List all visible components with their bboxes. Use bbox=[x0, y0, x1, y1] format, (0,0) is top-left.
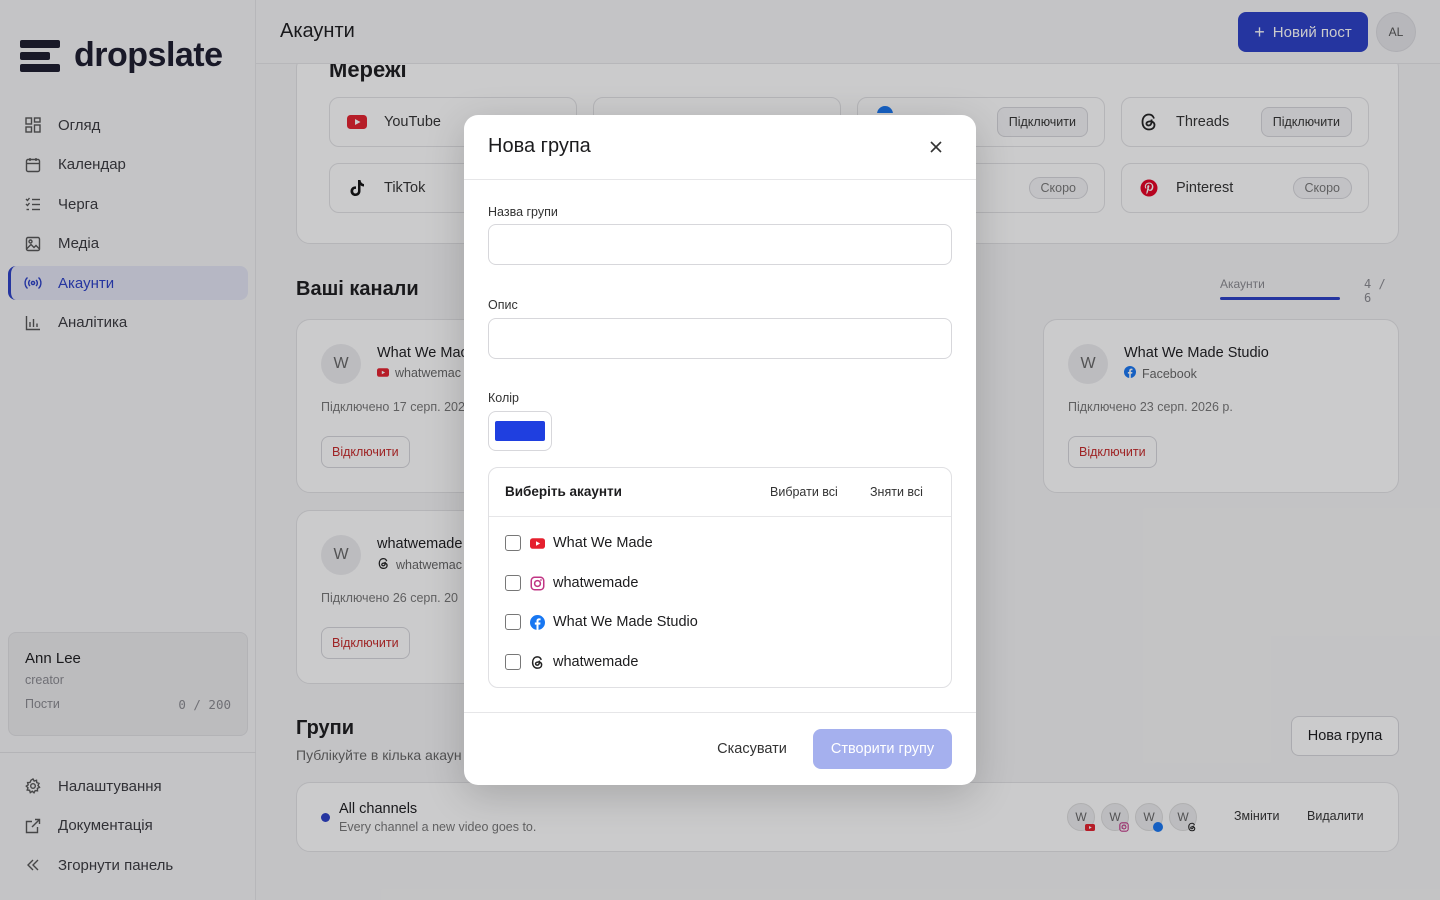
account-checkbox[interactable] bbox=[505, 614, 521, 630]
close-button[interactable] bbox=[924, 137, 948, 161]
deselect-all-button[interactable]: Зняти всі bbox=[870, 485, 923, 499]
dialog-title: Нова група bbox=[488, 135, 591, 157]
account-name: whatwemade bbox=[553, 654, 639, 670]
color-label: Колір bbox=[488, 391, 519, 405]
accounts-selector: Виберіть акаунти Вибрати всі Зняти всі W… bbox=[488, 467, 952, 688]
dialog-header-divider bbox=[464, 179, 976, 180]
account-checkbox[interactable] bbox=[505, 535, 521, 551]
group-name-label: Назва групи bbox=[488, 205, 558, 219]
threads-icon bbox=[529, 654, 545, 670]
dialog-footer-divider bbox=[464, 712, 976, 713]
account-name: What We Made bbox=[553, 535, 653, 551]
account-option[interactable]: whatwemade bbox=[505, 651, 638, 673]
account-option[interactable]: What We Made bbox=[505, 532, 653, 554]
account-checkbox[interactable] bbox=[505, 654, 521, 670]
instagram-icon bbox=[529, 575, 545, 591]
account-option[interactable]: whatwemade bbox=[505, 572, 638, 594]
close-icon bbox=[930, 140, 942, 158]
youtube-icon bbox=[529, 535, 545, 551]
account-name: What We Made Studio bbox=[553, 614, 698, 630]
accounts-title: Виберіть акаунти bbox=[505, 484, 622, 499]
facebook-icon bbox=[529, 614, 545, 630]
new-group-dialog: Нова група Назва групи Опис Колір Вибері… bbox=[464, 115, 976, 785]
description-label: Опис bbox=[488, 298, 518, 312]
cancel-button[interactable]: Скасувати bbox=[702, 729, 802, 769]
create-group-button[interactable]: Створити групу bbox=[813, 729, 952, 769]
account-name: whatwemade bbox=[553, 575, 639, 591]
description-input[interactable] bbox=[488, 318, 952, 359]
account-option[interactable]: What We Made Studio bbox=[505, 611, 698, 633]
color-picker[interactable] bbox=[488, 411, 552, 451]
color-swatch bbox=[495, 421, 545, 441]
select-all-button[interactable]: Вибрати всі bbox=[770, 485, 838, 499]
accounts-selector-header: Виберіть акаунти Вибрати всі Зняти всі bbox=[489, 468, 951, 517]
group-name-input[interactable] bbox=[488, 224, 952, 265]
account-checkbox[interactable] bbox=[505, 575, 521, 591]
